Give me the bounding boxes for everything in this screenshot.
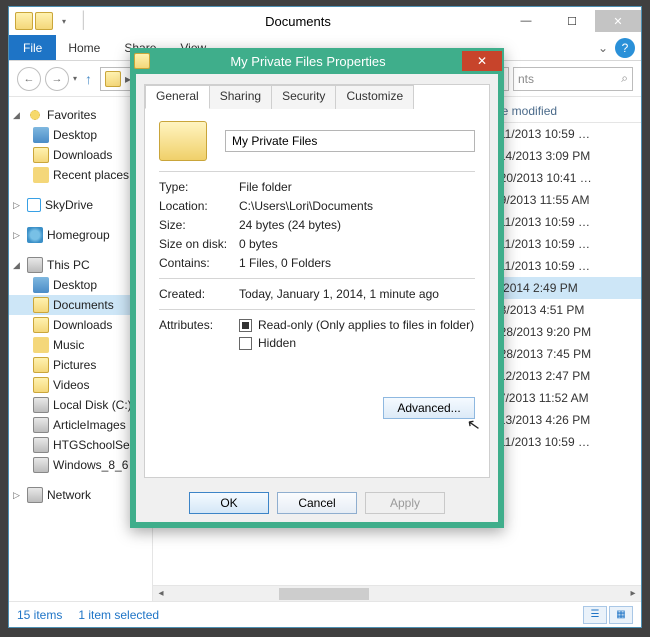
nav-back-button[interactable]: ← xyxy=(17,67,41,91)
horizontal-scrollbar[interactable]: ◂ ▸ xyxy=(153,585,641,601)
general-pane: Type:File folder Location:C:\Users\Lori\… xyxy=(145,109,489,477)
ok-button[interactable]: OK xyxy=(189,492,269,514)
nav-history-dropdown[interactable]: ▾ xyxy=(73,74,77,83)
qat-dropdown-icon[interactable]: ▾ xyxy=(55,12,73,30)
downloads-icon xyxy=(33,317,49,333)
dialog-title: My Private Files Properties xyxy=(154,54,462,69)
folder-icon xyxy=(130,53,154,69)
view-details-button[interactable]: ☰ xyxy=(583,606,607,624)
label-attributes: Attributes: xyxy=(159,318,239,332)
label-type: Type: xyxy=(159,180,239,194)
value-sizedisk: 0 bytes xyxy=(239,237,475,251)
tab-customize[interactable]: Customize xyxy=(335,85,414,109)
label-size: Size: xyxy=(159,218,239,232)
value-created: Today, January 1, 2014, 1 minute ago xyxy=(239,287,475,301)
downloads-icon xyxy=(33,147,49,163)
dialog-tabs: General Sharing Security Customize xyxy=(145,85,489,109)
checkbox-readonly[interactable] xyxy=(239,319,252,332)
cancel-button[interactable]: Cancel xyxy=(277,492,357,514)
value-type: File folder xyxy=(239,180,475,194)
maximize-button[interactable]: ☐ xyxy=(549,10,595,32)
value-contains: 1 Files, 0 Folders xyxy=(239,256,475,270)
desktop-icon xyxy=(33,127,49,143)
search-input[interactable]: nts ⌕ xyxy=(513,67,633,91)
tab-sharing[interactable]: Sharing xyxy=(209,85,272,109)
newfolder-icon[interactable] xyxy=(35,12,53,30)
ribbon-tab-home[interactable]: Home xyxy=(56,35,112,60)
dialog-titlebar: My Private Files Properties ✕ xyxy=(130,48,504,74)
tab-security[interactable]: Security xyxy=(271,85,336,109)
skydrive-icon xyxy=(27,198,41,212)
drive-icon xyxy=(33,437,49,453)
search-icon: ⌕ xyxy=(621,71,628,86)
window-title: Documents xyxy=(93,14,503,29)
dialog-buttons: OK Cancel Apply xyxy=(136,492,498,514)
view-icons-button[interactable]: ▦ xyxy=(609,606,633,624)
videos-icon xyxy=(33,377,49,393)
dialog-close-button[interactable]: ✕ xyxy=(462,51,502,71)
scroll-thumb[interactable] xyxy=(279,588,369,600)
folder-large-icon xyxy=(159,121,207,161)
pictures-icon xyxy=(33,357,49,373)
recent-icon xyxy=(33,167,49,183)
advanced-button[interactable]: Advanced... xyxy=(383,397,475,419)
checkbox-hidden[interactable] xyxy=(239,337,252,350)
network-icon xyxy=(27,487,43,503)
label-sizedisk: Size on disk: xyxy=(159,237,239,251)
status-bar: 15 items 1 item selected ☰ ▦ xyxy=(9,601,641,627)
minimize-button[interactable]: ― xyxy=(503,10,549,32)
apply-button[interactable]: Apply xyxy=(365,492,445,514)
label-contains: Contains: xyxy=(159,256,239,270)
status-count: 15 items xyxy=(17,608,62,622)
scroll-right-icon[interactable]: ▸ xyxy=(625,588,641,599)
value-location: C:\Users\Lori\Documents xyxy=(239,199,475,213)
scroll-left-icon[interactable]: ◂ xyxy=(153,588,169,599)
label-location: Location: xyxy=(159,199,239,213)
folder-icon xyxy=(33,297,49,313)
desktop-icon xyxy=(33,277,49,293)
drive-icon xyxy=(33,417,49,433)
ribbon-expand-icon[interactable]: ⌄ xyxy=(591,35,615,60)
nav-forward-button[interactable]: → xyxy=(45,67,69,91)
value-size: 24 bytes (24 bytes) xyxy=(239,218,475,232)
titlebar: ▾ │ Documents ― ☐ ✕ xyxy=(9,7,641,35)
ribbon-file-tab[interactable]: File xyxy=(9,35,56,60)
drive-icon xyxy=(33,457,49,473)
star-icon xyxy=(27,107,43,123)
label-readonly: Read-only (Only applies to files in fold… xyxy=(258,318,474,332)
label-created: Created: xyxy=(159,287,239,301)
label-hidden: Hidden xyxy=(258,336,296,350)
folder-name-input[interactable] xyxy=(225,130,475,152)
folder-icon xyxy=(105,71,121,87)
status-selection: 1 item selected xyxy=(78,608,159,622)
tab-general[interactable]: General xyxy=(145,85,210,109)
close-button[interactable]: ✕ xyxy=(595,10,641,32)
nav-up-button[interactable]: ↑ xyxy=(81,71,96,87)
music-icon xyxy=(33,337,49,353)
props-icon[interactable] xyxy=(15,12,33,30)
help-icon[interactable]: ? xyxy=(615,38,635,58)
properties-dialog: My Private Files Properties ✕ General Sh… xyxy=(130,48,504,528)
pc-icon xyxy=(27,257,43,273)
homegroup-icon xyxy=(27,227,43,243)
drive-icon xyxy=(33,397,49,413)
